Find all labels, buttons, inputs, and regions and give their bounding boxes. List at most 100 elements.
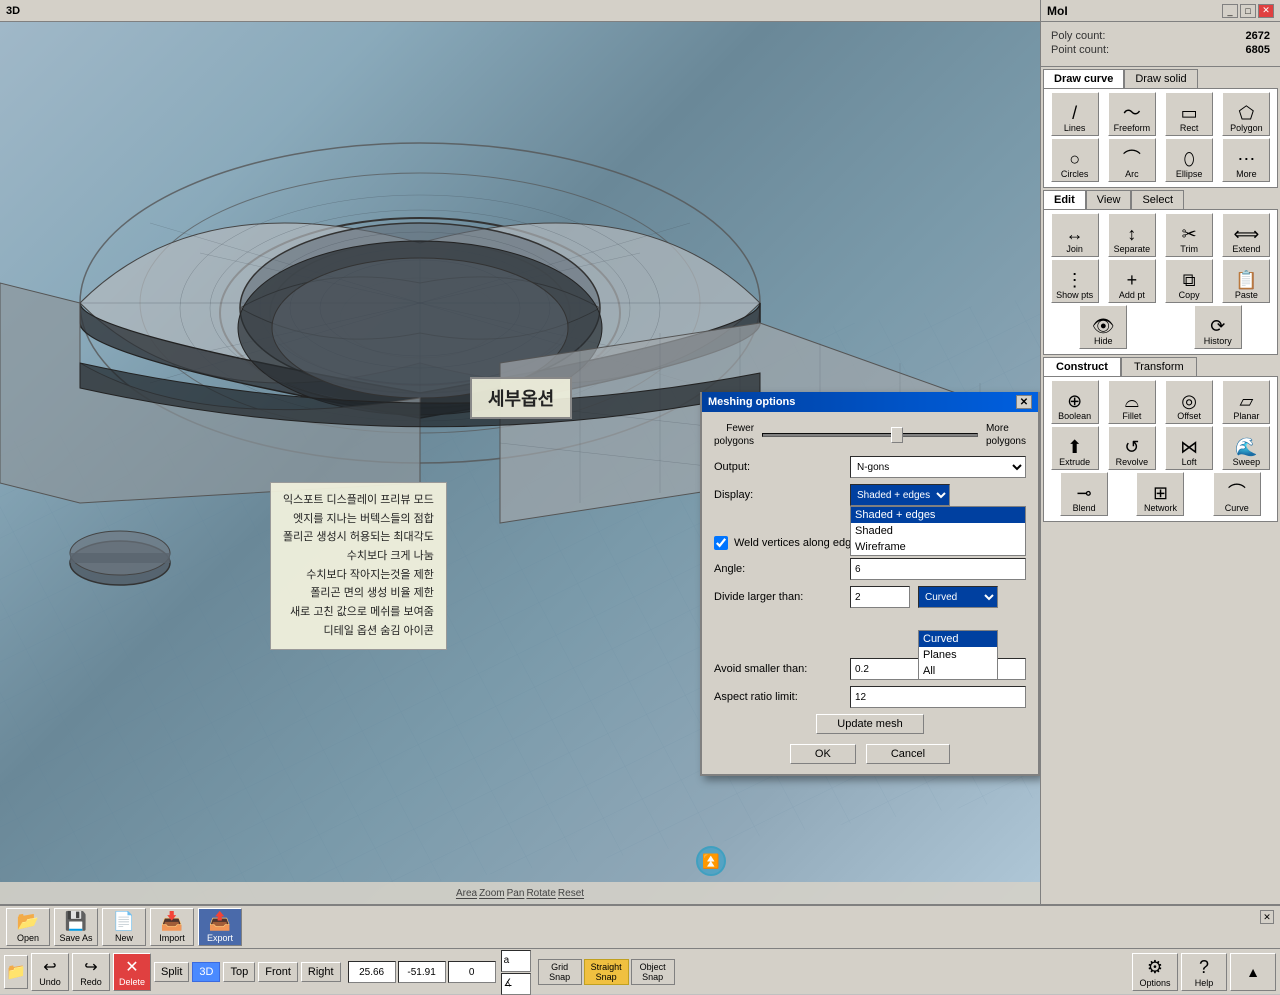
divide-all-item[interactable]: All: [919, 663, 997, 679]
viewport-3d[interactable]: 익스포트 디스플레이 프리뷰 모드 엣지를 지나는 버텍스들의 점합 폴리곤 생…: [0, 22, 1040, 904]
expand-panel-button[interactable]: ▲: [1230, 953, 1276, 991]
add-pt-label: Add pt: [1119, 290, 1145, 300]
rotate-button[interactable]: Rotate: [526, 888, 555, 899]
zoom-button[interactable]: Zoom: [479, 888, 505, 899]
blend-tool[interactable]: ⊸ Blend: [1060, 472, 1108, 516]
join-tool[interactable]: ↔ Join: [1051, 213, 1099, 257]
tab-transform[interactable]: Transform: [1121, 357, 1197, 376]
polygon-slider-thumb[interactable]: [891, 427, 903, 443]
divide-planes-item[interactable]: Planes: [919, 647, 997, 663]
top-view-button[interactable]: Top: [223, 962, 255, 982]
hide-tool[interactable]: 👁 Hide: [1079, 305, 1127, 349]
ok-button[interactable]: OK: [790, 744, 856, 764]
aspect-input[interactable]: [850, 686, 1026, 708]
3d-view-button[interactable]: 3D: [192, 962, 220, 982]
update-mesh-button[interactable]: Update mesh: [816, 714, 923, 734]
tab-draw-solid[interactable]: Draw solid: [1124, 69, 1197, 88]
z-coord[interactable]: [448, 961, 496, 983]
minimize-button[interactable]: _: [1222, 4, 1238, 18]
paste-tool[interactable]: 📋 Paste: [1222, 259, 1270, 303]
export-button[interactable]: 📤 Export: [198, 908, 242, 946]
meshing-options-dialog[interactable]: Meshing options ✕ Fewerpolygons Morepoly…: [700, 392, 1040, 776]
divide-curved-item[interactable]: Curved: [919, 631, 997, 647]
copy-tool[interactable]: ⧉ Copy: [1165, 259, 1213, 303]
display-select[interactable]: Shaded + edges Shaded Wireframe: [850, 484, 950, 506]
freeform-tool[interactable]: 〜 Freeform: [1108, 92, 1156, 136]
copy-label: Copy: [1179, 290, 1200, 300]
show-pts-tool[interactable]: ⋮ Show pts: [1051, 259, 1099, 303]
tab-draw-curve[interactable]: Draw curve: [1043, 69, 1124, 88]
arc-tool[interactable]: ⌒ Arc: [1108, 138, 1156, 182]
dialog-close-button[interactable]: ✕: [1016, 395, 1032, 409]
tab-select[interactable]: Select: [1131, 190, 1184, 209]
options-label: Options: [1139, 978, 1170, 988]
pan-button[interactable]: Pan: [507, 888, 525, 899]
add-pt-tool[interactable]: + Add pt: [1108, 259, 1156, 303]
redo-button[interactable]: ↪ Redo: [72, 953, 110, 991]
file-save-mini-button[interactable]: 📁: [4, 955, 28, 989]
maximize-button[interactable]: □: [1240, 4, 1256, 18]
open-button[interactable]: 📂 Open: [6, 908, 50, 946]
grid-snap-button[interactable]: Grid Snap: [538, 959, 582, 985]
straight-snap-button[interactable]: Straight Snap: [584, 959, 629, 985]
undo-button[interactable]: ↩ Undo: [31, 953, 69, 991]
right-view-button[interactable]: Right: [301, 962, 341, 982]
extrude-tool[interactable]: ⬆ Extrude: [1051, 426, 1099, 470]
output-select[interactable]: N-gons: [850, 456, 1026, 478]
separate-tool[interactable]: ↕ Separate: [1108, 213, 1156, 257]
curve-tool[interactable]: ⌒ Curve: [1213, 472, 1261, 516]
more-curves-tool[interactable]: ⋯ More: [1222, 138, 1270, 182]
tab-edit[interactable]: Edit: [1043, 190, 1086, 209]
import-button[interactable]: 📥 Import: [150, 908, 194, 946]
save-as-button[interactable]: 💾 Save As: [54, 908, 98, 946]
reset-button[interactable]: Reset: [558, 888, 584, 899]
weld-vertices-checkbox[interactable]: [714, 536, 728, 550]
polygon-tool[interactable]: ⬠ Polygon: [1222, 92, 1270, 136]
area-button[interactable]: Area: [456, 888, 477, 899]
history-tool[interactable]: ⟳ History: [1194, 305, 1242, 349]
trim-tool[interactable]: ✂ Trim: [1165, 213, 1213, 257]
display-option-shaded-edges-item[interactable]: Shaded + edges: [851, 507, 1025, 523]
revolve-tool[interactable]: ↺ Revolve: [1108, 426, 1156, 470]
circles-tool[interactable]: ○ Circles: [1051, 138, 1099, 182]
network-tool[interactable]: ⊞ Network: [1136, 472, 1184, 516]
sweep-tool[interactable]: 🌊 Sweep: [1222, 426, 1270, 470]
rect-tool[interactable]: ▭ Rect: [1165, 92, 1213, 136]
angle-input-b[interactable]: [501, 973, 531, 995]
delete-button[interactable]: ✕ Delete: [113, 953, 151, 991]
polygon-slider-track[interactable]: [762, 433, 978, 437]
object-snap-button[interactable]: Object Snap: [631, 959, 675, 985]
file-toolbar-close[interactable]: ✕: [1260, 910, 1274, 924]
help-button[interactable]: ? Help: [1181, 953, 1227, 991]
y-coord[interactable]: [398, 961, 446, 983]
planar-tool[interactable]: ▱ Planar: [1222, 380, 1270, 424]
new-button[interactable]: 📄 New: [102, 908, 146, 946]
front-view-button[interactable]: Front: [258, 962, 298, 982]
draw-tabs: Draw curve Draw solid: [1043, 69, 1278, 88]
divide-input[interactable]: [850, 586, 910, 608]
arc-icon: ⌒: [1123, 150, 1141, 168]
cancel-button[interactable]: Cancel: [866, 744, 950, 764]
lines-tool[interactable]: / Lines: [1051, 92, 1099, 136]
tab-view[interactable]: View: [1086, 190, 1132, 209]
tab-construct[interactable]: Construct: [1043, 357, 1121, 376]
divide-type-select[interactable]: Curved: [918, 586, 998, 608]
close-button[interactable]: ✕: [1258, 4, 1274, 18]
angle-input-a[interactable]: [501, 950, 531, 972]
extend-tool[interactable]: ⟺ Extend: [1222, 213, 1270, 257]
split-view-button[interactable]: Split: [154, 962, 189, 982]
display-option-shaded-item[interactable]: Shaded: [851, 523, 1025, 539]
boolean-tool[interactable]: ⊕ Boolean: [1051, 380, 1099, 424]
options-button[interactable]: ⚙ Options: [1132, 953, 1178, 991]
display-option-wireframe-item[interactable]: Wireframe: [851, 539, 1025, 555]
offset-tool[interactable]: ◎ Offset: [1165, 380, 1213, 424]
file-toolbar: ✕ 📂 Open 💾 Save As 📄 New 📥 Import 📤 Expo…: [0, 906, 1280, 949]
moi-titlebar: MoI _ □ ✕: [1040, 0, 1280, 21]
grid-snap-label-line2: Snap: [549, 972, 570, 982]
angle-input[interactable]: [850, 558, 1026, 580]
fillet-tool[interactable]: ⌓ Fillet: [1108, 380, 1156, 424]
ellipse-tool[interactable]: ⬯ Ellipse: [1165, 138, 1213, 182]
x-coord[interactable]: [348, 961, 396, 983]
output-label: Output:: [714, 461, 844, 473]
loft-tool[interactable]: ⋈ Loft: [1165, 426, 1213, 470]
